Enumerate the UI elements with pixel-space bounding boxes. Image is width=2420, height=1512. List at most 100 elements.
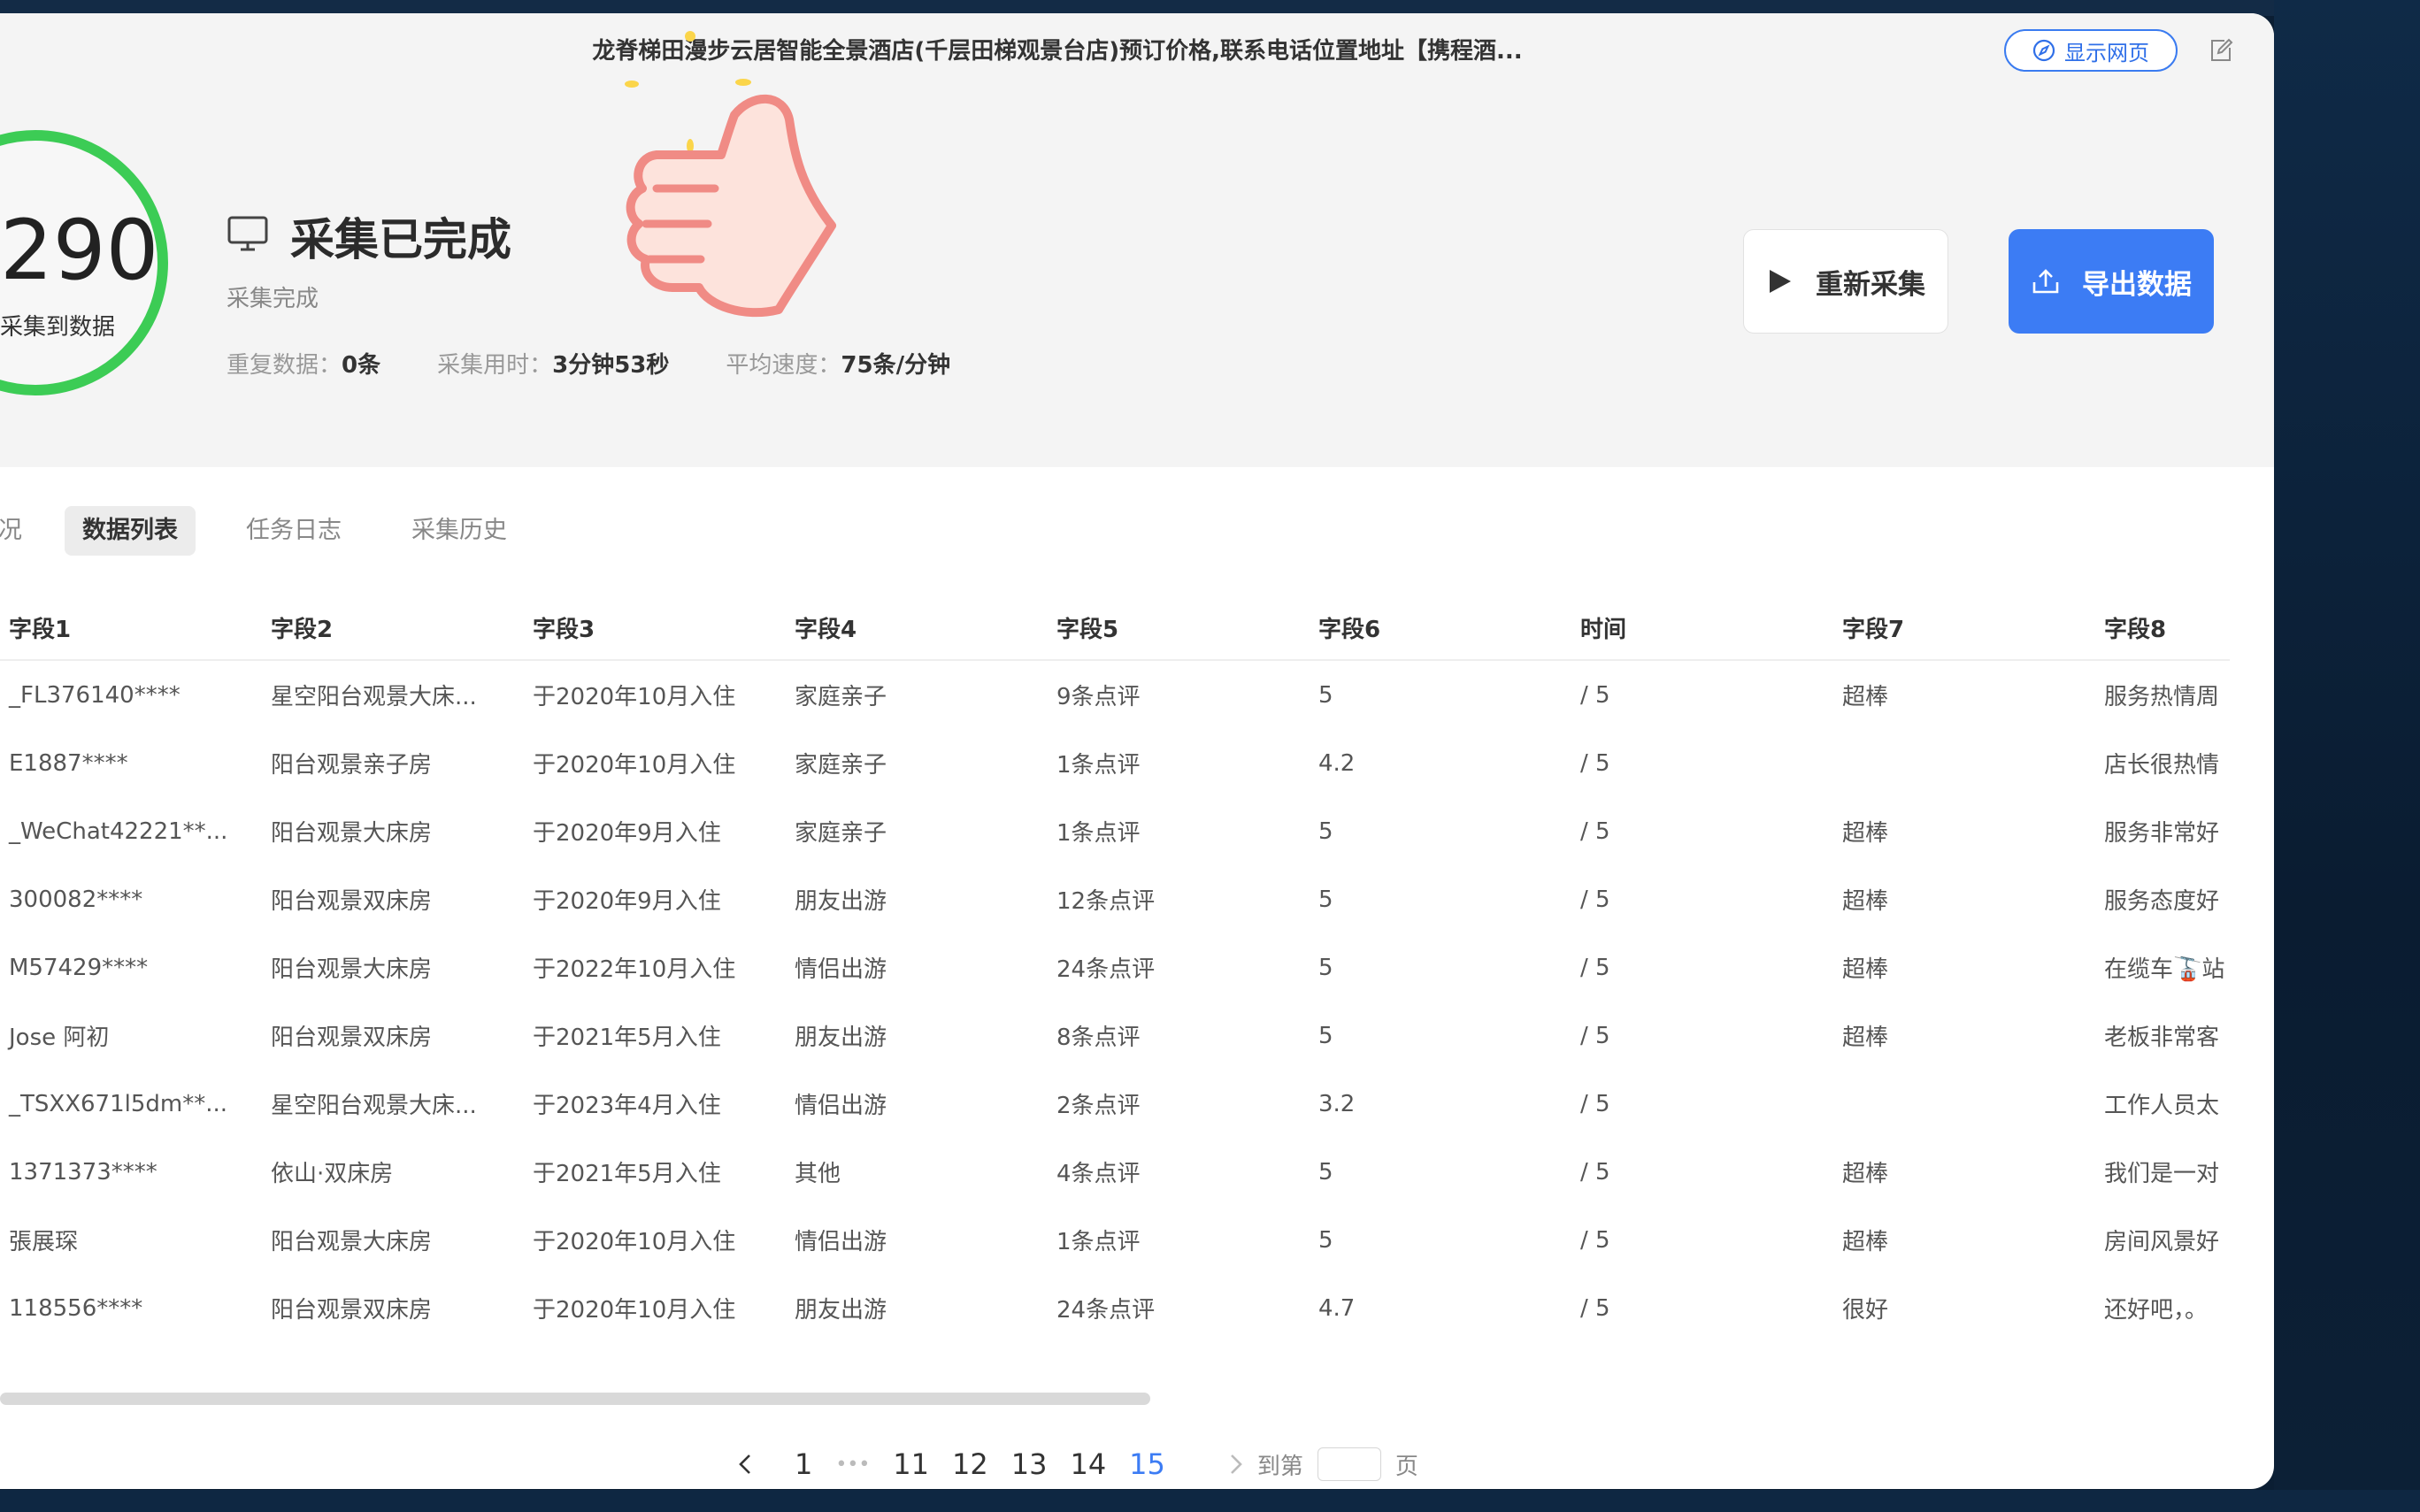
table-cell: 9条点评 (1056, 684, 1141, 710)
table-cell: 依山·双床房 (271, 1161, 394, 1187)
page-12[interactable]: 12 (952, 1447, 988, 1481)
table-cell: 5 (1318, 817, 1333, 845)
table-cell: E1887**** (9, 749, 128, 777)
table-cell: 我们是一对 (2104, 1161, 2220, 1187)
table-cell: 超棒 (1842, 1025, 1889, 1051)
table-cell: 5 (1318, 1022, 1333, 1049)
column-header[interactable]: 字段4 (786, 595, 1048, 661)
goto-page-input[interactable] (1317, 1447, 1381, 1481)
table-cell: M57429**** (9, 954, 149, 981)
table-cell: 3.2 (1318, 1090, 1356, 1117)
table-cell: 5 (1318, 886, 1333, 913)
table-cell: 店长很热情 (2104, 752, 2220, 779)
table-cell: / 5 (1580, 954, 1610, 981)
table-cell: 300082**** (9, 886, 143, 913)
table-cell: 朋友出游 (795, 888, 887, 915)
table-cell: 超棒 (1842, 888, 1889, 915)
column-header[interactable]: 字段1 (0, 595, 262, 661)
table-cell: 超棒 (1842, 820, 1889, 847)
table-cell: 阳台观景双床房 (271, 1025, 433, 1051)
table-cell: 阳台观景大床房 (271, 956, 433, 983)
column-header[interactable]: 时间 (1571, 595, 1833, 661)
chevron-right-icon[interactable] (1222, 1451, 1248, 1477)
table-cell: 12条点评 (1056, 888, 1156, 915)
table-row[interactable]: _TSXX671l5dm**... 星空阳台观景大床... 于2023年4月入住 情侣… (0, 1070, 2230, 1138)
table-cell: / 5 (1580, 1294, 1610, 1322)
table-cell: 阳台观景亲子房 (271, 752, 433, 779)
table-cell: 于2020年10月入住 (533, 684, 736, 710)
table-cell: 24条点评 (1056, 956, 1156, 983)
horizontal-scrollbar[interactable] (0, 1393, 1150, 1405)
table-cell: 超棒 (1842, 684, 1889, 710)
table-cell: / 5 (1580, 886, 1610, 913)
table-cell: 阳台观景双床房 (271, 888, 433, 915)
column-header[interactable]: 字段3 (524, 595, 786, 661)
table-cell: 家庭亲子 (795, 752, 887, 779)
app-window: 龙脊梯田漫步云居智能全景酒店(千层田梯观景台店)预订价格,联系电话位置地址【携程… (0, 13, 2274, 1489)
table-cell: 朋友出游 (795, 1025, 887, 1051)
page-14[interactable]: 14 (1070, 1447, 1106, 1481)
table-cell: 24条点评 (1056, 1297, 1156, 1324)
table-cell: 家庭亲子 (795, 684, 887, 710)
table-cell: 1371373**** (9, 1158, 157, 1186)
table-cell: 4条点评 (1056, 1161, 1141, 1187)
page-13[interactable]: 13 (1011, 1447, 1048, 1481)
table-cell: _TSXX671l5dm**... (9, 1090, 228, 1117)
column-header[interactable]: 字段2 (262, 595, 524, 661)
table-row[interactable]: _WeChat42221**... 阳台观景大床房 于2020年9月入住 家庭亲子 1条… (0, 797, 2230, 865)
table-cell: 于2020年9月入住 (533, 820, 721, 847)
table-cell: 于2020年10月入住 (533, 752, 736, 779)
page-ellipsis[interactable]: ••• (835, 1454, 870, 1476)
table-row[interactable]: M57429**** 阳台观景大床房 于2022年10月入住 情侣出游 24条点评 5 / … (0, 933, 2230, 1002)
table-cell: 于2021年5月入住 (533, 1161, 721, 1187)
table-cell: 5 (1318, 681, 1333, 709)
table-cell: 情侣出游 (795, 1093, 887, 1119)
table-cell: 阳台观景大床房 (271, 820, 433, 847)
table-cell: 于2021年5月入住 (533, 1025, 721, 1051)
column-header[interactable]: 字段5 (1048, 595, 1310, 661)
table-row[interactable]: E1887**** 阳台观景亲子房 于2020年10月入住 家庭亲子 1条点评 4.2 / … (0, 729, 2230, 797)
table-cell: 房间风景好 (2104, 1229, 2220, 1255)
table-cell: / 5 (1580, 1022, 1610, 1049)
page-15-current[interactable]: 15 (1129, 1447, 1165, 1481)
table-row[interactable]: 1371373**** 依山·双床房 于2021年5月入住 其他 4条点评 5 / 5 超棒 我… (0, 1138, 2230, 1206)
table-cell: / 5 (1580, 1226, 1610, 1254)
page-11[interactable]: 11 (893, 1447, 929, 1481)
page-1[interactable]: 1 (795, 1447, 812, 1481)
table-cell: 2条点评 (1056, 1093, 1141, 1119)
table-row[interactable]: Jose 阿初 阳台观景双床房 于2021年5月入住 朋友出游 8条点评 5 / 5 超棒 老板… (0, 1002, 2230, 1070)
table-viewport[interactable]: 字段1 字段2 字段3 字段4 字段5 字段6 时间 字段7 字段8 _FL37… (0, 13, 2234, 1376)
column-header[interactable]: 字段8 (2095, 595, 2230, 661)
column-header[interactable]: 字段7 (1833, 595, 2095, 661)
table-cell: 于2020年10月入住 (533, 1297, 736, 1324)
table-cell: / 5 (1580, 1158, 1610, 1186)
table-cell: / 5 (1580, 1090, 1610, 1117)
table-row[interactable]: 118556**** 阳台观景双床房 于2020年10月入住 朋友出游 24条点评 4.7… (0, 1274, 2230, 1342)
table-cell: / 5 (1580, 749, 1610, 777)
table-cell: 服务非常好 (2104, 820, 2220, 847)
table-cell: 阳台观景大床房 (271, 1229, 433, 1255)
table-cell: 1条点评 (1056, 1229, 1141, 1255)
table-cell: 于2020年10月入住 (533, 1229, 736, 1255)
table-cell: 5 (1318, 954, 1333, 981)
table-cell: 超棒 (1842, 1161, 1889, 1187)
chevron-left-icon[interactable] (733, 1451, 759, 1477)
table-cell: 1条点评 (1056, 820, 1141, 847)
table-header-row: 字段1 字段2 字段3 字段4 字段5 字段6 时间 字段7 字段8 (0, 595, 2230, 661)
table-cell: 还好吧，。 (2104, 1297, 2209, 1324)
table-row[interactable]: 300082**** 阳台观景双床房 于2020年9月入住 朋友出游 12条点评 5 / 5… (0, 865, 2230, 933)
table-cell: 在缆车🚡站 (2104, 956, 2225, 983)
table-row[interactable]: _FL376140**** 星空阳台观景大床... 于2020年10月入住 家庭亲子 9… (0, 660, 2230, 729)
table-cell: 阳台观景双床房 (271, 1297, 433, 1324)
table-cell: / 5 (1580, 681, 1610, 709)
table-cell: 4.7 (1318, 1294, 1356, 1322)
column-header[interactable]: 字段6 (1310, 595, 1571, 661)
table-row[interactable]: 張展琛 阳台观景大床房 于2020年10月入住 情侣出游 1条点评 5 / 5 超棒 房间风景好 (0, 1206, 2230, 1274)
table-cell: 于2022年10月入住 (533, 956, 736, 983)
table-cell: 星空阳台观景大床... (271, 1093, 477, 1119)
table-cell: 5 (1318, 1226, 1333, 1254)
pagination: 1 ••• 11 12 13 14 15 到第 页 (733, 1442, 1418, 1486)
table-cell: / 5 (1580, 817, 1610, 845)
table-cell: 工作人员太 (2104, 1093, 2220, 1119)
table-cell: 情侣出游 (795, 956, 887, 983)
